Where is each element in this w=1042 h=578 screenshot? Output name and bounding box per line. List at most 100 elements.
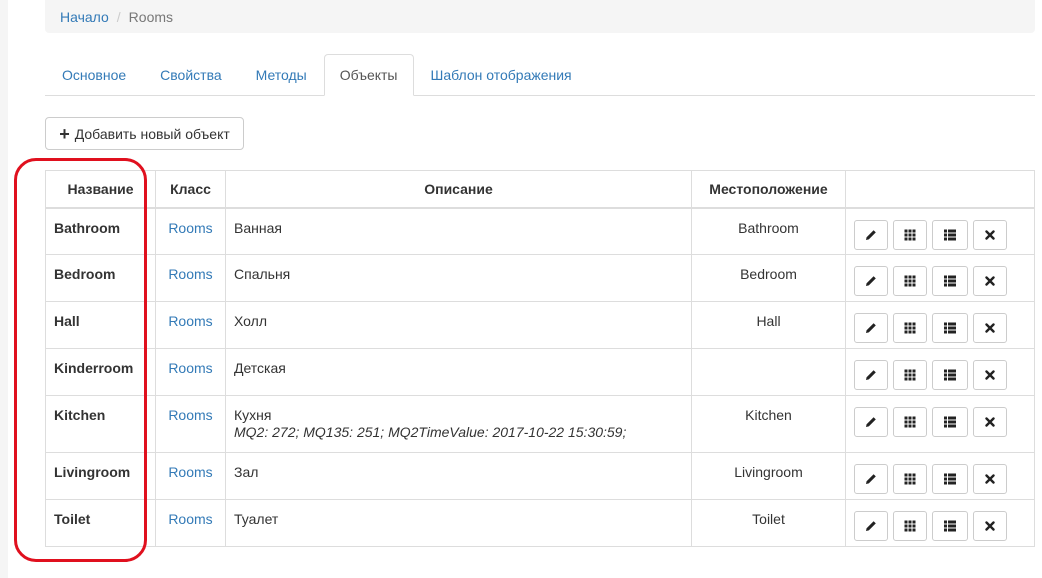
- header-description[interactable]: Описание: [225, 170, 692, 209]
- delete-button[interactable]: [972, 511, 1007, 541]
- description-extra: MQ2: 272; MQ135: 251; MQ2TimeValue: 2017…: [234, 424, 627, 440]
- header-location[interactable]: Местоположение: [691, 170, 846, 209]
- delete-button[interactable]: [972, 266, 1007, 296]
- edit-button[interactable]: [854, 464, 888, 494]
- tab-main[interactable]: Основное: [45, 54, 143, 95]
- description-text: Спальня: [234, 266, 291, 282]
- table-row: Toilet Rooms Туалет Toilet: [45, 499, 1035, 547]
- edit-button[interactable]: [854, 219, 888, 250]
- list-icon: [943, 473, 956, 485]
- close-icon: [984, 323, 995, 333]
- grid-icon: [904, 275, 916, 287]
- delete-button[interactable]: [972, 219, 1007, 250]
- tab-properties[interactable]: Свойства: [143, 54, 238, 95]
- methods-button[interactable]: [931, 511, 968, 541]
- pencil-icon: [866, 370, 876, 380]
- object-location: Kitchen: [691, 395, 846, 453]
- edit-button[interactable]: [854, 407, 888, 437]
- breadcrumb-home-link[interactable]: Начало: [60, 9, 109, 25]
- list-icon: [943, 229, 956, 240]
- tab-methods[interactable]: Методы: [239, 54, 324, 95]
- tab-objects[interactable]: Объекты: [323, 54, 414, 96]
- object-name: Bedroom: [45, 254, 156, 302]
- object-description: Ванная: [225, 207, 692, 255]
- object-location: Livingroom: [691, 452, 846, 500]
- edit-button[interactable]: [854, 360, 888, 390]
- object-class-cell: Rooms: [155, 348, 226, 396]
- edit-button[interactable]: [854, 313, 888, 343]
- pencil-icon: [866, 323, 876, 333]
- object-class-link[interactable]: Rooms: [168, 511, 212, 527]
- close-icon: [984, 474, 995, 484]
- methods-button[interactable]: [931, 219, 968, 250]
- object-class-link[interactable]: Rooms: [168, 220, 212, 236]
- delete-button[interactable]: [972, 360, 1007, 390]
- properties-button[interactable]: [892, 313, 927, 343]
- properties-button[interactable]: [892, 511, 927, 541]
- object-class-cell: Rooms: [155, 207, 226, 255]
- object-name: Livingroom: [45, 452, 156, 500]
- close-icon: [984, 521, 995, 531]
- methods-button[interactable]: [931, 407, 968, 437]
- header-class[interactable]: Класс: [155, 170, 226, 209]
- header-name[interactable]: Название: [45, 170, 156, 209]
- row-actions: [845, 395, 1035, 453]
- grid-icon: [904, 473, 916, 485]
- object-description: Зал: [225, 452, 692, 500]
- object-name: Kinderroom: [45, 348, 156, 396]
- object-description: Спальня: [225, 254, 692, 302]
- properties-button[interactable]: [892, 464, 927, 494]
- tab-bar: Основное Свойства Методы Объекты Шаблон …: [45, 54, 1035, 96]
- methods-button[interactable]: [931, 464, 968, 494]
- object-class-link[interactable]: Rooms: [168, 313, 212, 329]
- methods-button[interactable]: [931, 266, 968, 296]
- grid-icon: [904, 229, 916, 240]
- object-class-cell: Rooms: [155, 395, 226, 453]
- object-location: Bedroom: [691, 254, 846, 302]
- close-icon: [984, 417, 995, 427]
- properties-button[interactable]: [892, 360, 927, 390]
- pencil-icon: [866, 474, 876, 484]
- object-location: [691, 348, 846, 396]
- description-text: Холл: [234, 313, 267, 329]
- edit-button[interactable]: [854, 266, 888, 296]
- description-text: Туалет: [234, 511, 279, 527]
- delete-button[interactable]: [972, 313, 1007, 343]
- close-icon: [984, 276, 995, 286]
- object-class-link[interactable]: Rooms: [168, 266, 212, 282]
- add-object-button[interactable]: + Добавить новый объект: [45, 117, 244, 150]
- methods-button[interactable]: [931, 360, 968, 390]
- properties-button[interactable]: [892, 407, 927, 437]
- table-row: Hall Rooms Холл Hall: [45, 301, 1035, 349]
- object-description: Кухня MQ2: 272; MQ135: 251; MQ2TimeValue:…: [225, 395, 692, 453]
- table-row: Kitchen Rooms Кухня MQ2: 272; MQ135: 251;…: [45, 395, 1035, 453]
- object-class-cell: Rooms: [155, 499, 226, 547]
- object-class-link[interactable]: Rooms: [168, 464, 212, 480]
- delete-button[interactable]: [972, 464, 1007, 494]
- delete-button[interactable]: [972, 407, 1007, 437]
- object-location: Bathroom: [691, 207, 846, 255]
- edit-button[interactable]: [854, 511, 888, 541]
- properties-button[interactable]: [892, 219, 927, 250]
- description-text: Кухня: [234, 407, 272, 423]
- object-class-link[interactable]: Rooms: [168, 407, 212, 423]
- methods-button[interactable]: [931, 313, 968, 343]
- object-class-link[interactable]: Rooms: [168, 360, 212, 376]
- row-actions: [845, 452, 1035, 500]
- object-class-cell: Rooms: [155, 301, 226, 349]
- object-name: Hall: [45, 301, 156, 349]
- properties-button[interactable]: [892, 266, 927, 296]
- row-actions: [845, 254, 1035, 302]
- breadcrumb-separator: /: [116, 8, 121, 25]
- breadcrumb: Начало / Rooms: [45, 0, 1035, 33]
- object-class-cell: Rooms: [155, 254, 226, 302]
- description-text: Детская: [234, 360, 286, 376]
- object-name: Kitchen: [45, 395, 156, 453]
- pencil-icon: [866, 276, 876, 286]
- tab-display-template[interactable]: Шаблон отображения: [414, 54, 589, 95]
- objects-table: Название Класс Описание Местоположение B…: [45, 170, 1035, 547]
- pencil-icon: [866, 417, 876, 427]
- object-name: Toilet: [45, 499, 156, 547]
- object-location: Hall: [691, 301, 846, 349]
- description-text: Зал: [234, 464, 259, 480]
